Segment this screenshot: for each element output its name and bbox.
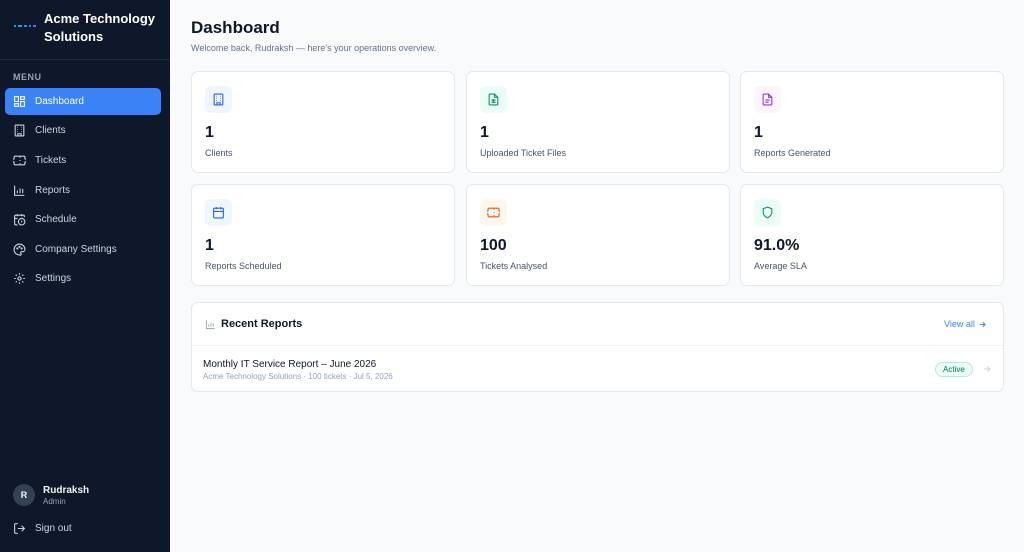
stat-card-reports-scheduled: 1 Reports Scheduled	[191, 184, 455, 286]
arrow-right-icon	[979, 321, 986, 327]
recent-reports-panel: Recent Reports View all Monthly IT Servi…	[191, 302, 1004, 392]
user-role: Admin	[43, 497, 66, 506]
stat-icon-wrapper	[754, 199, 781, 226]
report-title: Monthly IT Service Report – June 2026	[203, 359, 377, 370]
view-all-label: View all	[944, 319, 975, 329]
sidebar-item-tickets[interactable]: Tickets	[5, 147, 161, 174]
sidebar-item-clients[interactable]: Clients	[5, 117, 161, 144]
calendar-icon	[213, 207, 224, 219]
sidebar-item-label: Schedule	[35, 214, 77, 225]
ticket-icon	[13, 155, 26, 166]
page-subtitle: Welcome back, Rudraksh — here's your ope…	[191, 43, 437, 53]
calendar-clock-icon	[14, 214, 26, 226]
gear-icon	[14, 273, 25, 284]
palette-icon	[13, 243, 26, 256]
stat-value: 91.0%	[754, 237, 800, 254]
stat-label: Clients	[205, 148, 233, 158]
user-profile: R Rudraksh Admin	[13, 484, 163, 510]
report-row[interactable]: Monthly IT Service Report – June 2026 Ac…	[192, 347, 1003, 391]
stat-icon-wrapper	[205, 199, 232, 226]
stat-value: 1	[205, 237, 214, 254]
stat-value: 1	[205, 124, 214, 141]
stat-card-reports-generated: 1 Reports Generated	[740, 71, 1004, 173]
arrow-right-icon	[984, 366, 991, 372]
building-icon	[213, 93, 224, 106]
sidebar-item-settings[interactable]: Settings	[5, 265, 161, 292]
sidebar-item-label: Reports	[35, 185, 71, 196]
ticket-icon	[487, 207, 500, 218]
user-name: Rudraksh	[43, 485, 90, 496]
page-title: Dashboard	[191, 18, 280, 37]
stat-card-tickets-analysed: 100 Tickets Analysed	[466, 184, 730, 286]
shield-icon	[762, 206, 773, 219]
stat-card-uploaded-files: 1 Uploaded Ticket Files	[466, 71, 730, 173]
sidebar-item-schedule[interactable]: Schedule	[5, 206, 161, 233]
stat-card-average-sla: 91.0% Average SLA	[740, 184, 1004, 286]
bar-chart-icon	[14, 185, 25, 196]
stat-value: 1	[480, 124, 489, 141]
stat-card-clients: 1 Clients	[191, 71, 455, 173]
log-out-icon	[14, 523, 26, 534]
sidebar-item-label: Company Settings	[35, 244, 117, 255]
spreadsheet-file-icon	[488, 93, 499, 106]
sidebar: Acme Technology Solutions MENU Dashboard…	[0, 0, 170, 552]
stat-label: Average SLA	[754, 261, 807, 271]
menu-heading: MENU	[13, 72, 42, 82]
sidebar-item-label: Settings	[35, 273, 72, 284]
stat-label: Uploaded Ticket Files	[480, 148, 567, 158]
brand-logo-icon	[14, 25, 36, 27]
stat-value: 1	[754, 124, 763, 141]
brand: Acme Technology Solutions	[0, 0, 170, 60]
stat-icon-wrapper	[754, 86, 781, 113]
recent-reports-header: Recent Reports View all	[192, 303, 1003, 346]
sidebar-item-company-settings[interactable]: Company Settings	[5, 236, 161, 263]
stat-icon-wrapper	[480, 199, 507, 226]
brand-name: Acme Technology Solutions	[44, 11, 156, 44]
sidebar-item-label: Tickets	[35, 155, 67, 166]
status-badge: Active	[935, 362, 973, 377]
recent-reports-title: Recent Reports	[221, 318, 303, 330]
stat-icon-wrapper	[205, 86, 232, 113]
stat-label: Tickets Analysed	[480, 261, 548, 271]
sidebar-item-reports[interactable]: Reports	[5, 177, 161, 204]
dashboard-icon	[14, 96, 25, 107]
sidebar-item-label: Clients	[35, 125, 66, 136]
stat-value: 100	[480, 237, 507, 254]
sidebar-item-dashboard[interactable]: Dashboard	[5, 88, 161, 115]
stat-label: Reports Generated	[754, 148, 831, 158]
sidebar-item-label: Dashboard	[35, 96, 84, 107]
stat-label: Reports Scheduled	[205, 261, 282, 271]
view-all-link[interactable]: View all	[944, 319, 987, 329]
sign-out-label: Sign out	[35, 523, 72, 534]
stat-icon-wrapper	[480, 86, 507, 113]
bar-chart-icon	[205, 320, 215, 330]
avatar: R	[13, 484, 35, 506]
building-icon	[14, 124, 25, 137]
sign-out-button[interactable]: Sign out	[13, 521, 133, 537]
document-icon	[762, 93, 773, 106]
report-meta: Acme Technology Solutions · 100 tickets …	[203, 372, 393, 381]
